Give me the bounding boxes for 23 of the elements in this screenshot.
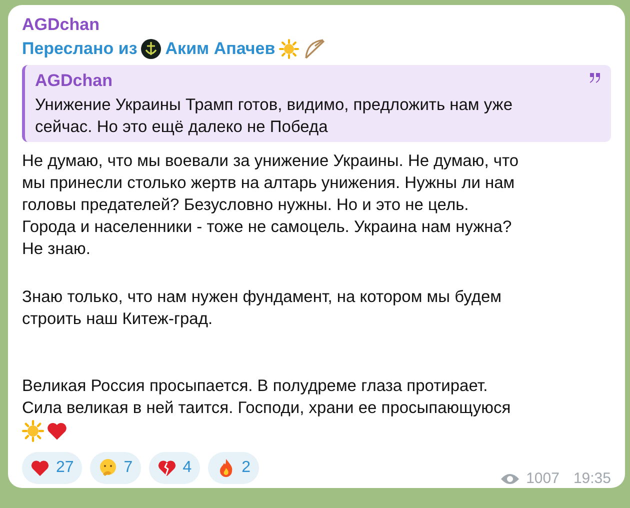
message-paragraph: Не думаю, что мы воевали за унижение Украины. Не думаю, что мы принесли столько жертв на алтарь унижения. Нужны ли нам головы предателей? Безусловно нужны. Но и это не цель. Города и населенники - тоже не самоцель. Украина нам нужна? Не знаю. xyxy=(22,151,520,260)
sun-icon xyxy=(22,420,44,442)
sun-icon xyxy=(279,39,300,59)
reaction-button[interactable]: 27 xyxy=(22,452,82,484)
message-paragraph: Знаю только, что нам нужен фундамент, на котором мы будем строить наш Китеж-град. xyxy=(22,287,503,330)
quote-mark-icon xyxy=(589,73,601,83)
thinking-face-icon xyxy=(98,458,118,478)
reaction-button[interactable]: 7 xyxy=(90,452,141,484)
anchor-avatar-icon xyxy=(141,39,162,59)
message-paragraph: Великая Россия просыпается. В полудреме глаза протирает. Сила великая в ней таится. Господи, храни ее просыпающуюся xyxy=(22,376,512,419)
quote-text: Унижение Украины Трамп готов, видимо, предложить нам уже сейчас. Но это ещё далеко не Победа xyxy=(35,95,514,138)
reaction-button[interactable]: 4 xyxy=(148,452,200,484)
broken-heart-icon xyxy=(156,458,177,478)
author-name: AGDchan xyxy=(22,14,100,36)
quote-author: AGDchan xyxy=(35,70,112,92)
heart-icon xyxy=(30,458,50,478)
reaction-button[interactable]: 2 xyxy=(208,452,259,484)
channel-name[interactable]: Аким Апачев xyxy=(165,37,276,61)
bow-icon xyxy=(303,38,328,60)
forwarded-label: Переслано из xyxy=(22,38,138,60)
message-time: 19:35 xyxy=(573,468,611,488)
heart-icon xyxy=(46,420,68,442)
view-count: 1007 xyxy=(526,468,560,488)
